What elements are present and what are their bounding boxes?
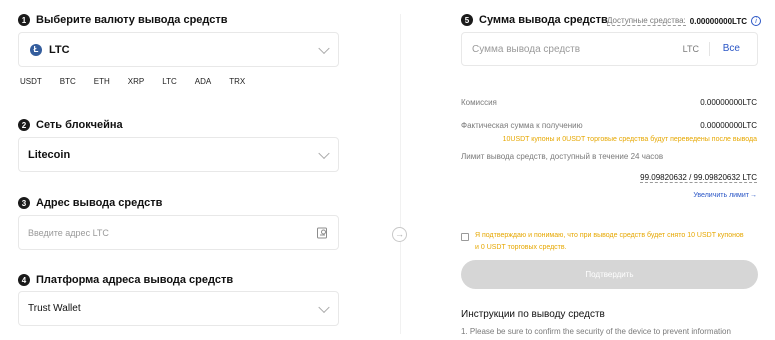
step-number-3: 3 [18, 197, 30, 209]
ltc-coin-icon: Ł [30, 43, 42, 56]
chevron-down-icon [318, 147, 330, 159]
available-balance: Доступные средства: 0.00000000LTC i [607, 16, 762, 26]
consent-checkbox[interactable] [461, 233, 469, 241]
step-currency-label: Выберите валюту вывода средств [36, 14, 228, 26]
step-amount-title: 5 Сумма вывода средств [461, 14, 608, 26]
chevron-down-icon [318, 42, 330, 54]
consent-text-line1: Я подтверждаю и понимаю, что при выводе … [475, 232, 744, 239]
coupon-note: 10USDT купоны и 0USDT торговые средства … [502, 136, 757, 143]
step-platform-label: Платформа адреса вывода средств [36, 274, 234, 286]
address-input-placeholder: Введите адрес LTC [28, 227, 109, 238]
arrow-right-icon: → [392, 227, 407, 242]
increase-limit-label: Увеличить лимит [693, 192, 749, 199]
step-network-title: 2 Сеть блокчейна [18, 119, 123, 131]
step-amount-label: Сумма вывода средств [479, 14, 608, 26]
quick-coin-usdt[interactable]: USDT [14, 74, 48, 89]
platform-select[interactable]: Trust Wallet [18, 291, 339, 326]
amount-unit: LTC [682, 44, 699, 54]
instructions-title: Инструкции по выводу средств [461, 309, 605, 320]
step-address-title: 3 Адрес вывода средств [18, 197, 162, 209]
column-divider [400, 14, 401, 334]
network-select-value: Litecoin [28, 148, 71, 161]
address-book-icon[interactable] [317, 227, 327, 238]
quick-coin-btc[interactable]: BTC [53, 74, 82, 89]
instructions-item-1: 1. Please be sure to confirm the securit… [461, 327, 731, 336]
available-balance-label: Доступные средства: [607, 16, 686, 26]
limit-value: 99.09820632 / 99.09820632 LTC [640, 173, 757, 183]
currency-select-value: LTC [49, 43, 70, 56]
available-balance-value: 0.00000000LTC [689, 16, 748, 26]
quick-coin-ada[interactable]: ADA [188, 74, 218, 89]
amount-unit-divider [709, 42, 710, 56]
confirm-button[interactable]: Подтвердить [461, 260, 758, 289]
fee-label: Комиссия [461, 98, 497, 107]
address-input[interactable]: Введите адрес LTC [18, 215, 339, 250]
quick-coin-eth[interactable]: ETH [87, 74, 116, 89]
step-platform-title: 4 Платформа адреса вывода средств [18, 274, 233, 286]
step-number-1: 1 [18, 14, 30, 26]
step-currency-title: 1 Выберите валюту вывода средств [18, 14, 228, 26]
fee-value: 0.00000000LTC [700, 98, 757, 107]
step-number-2: 2 [18, 119, 30, 131]
step-address-label: Адрес вывода средств [36, 197, 163, 209]
quick-coin-ltc[interactable]: LTC [156, 74, 183, 89]
received-label: Фактическая сумма к получению [461, 121, 583, 130]
amount-input-placeholder: Сумма вывода средств [472, 44, 581, 55]
platform-select-value: Trust Wallet [28, 303, 81, 314]
amount-input[interactable]: Сумма вывода средств LTC Все [461, 32, 758, 66]
arrow-right-icon: → [750, 192, 757, 199]
all-button[interactable]: Все [723, 43, 740, 54]
increase-limit-link[interactable]: Увеличить лимит → [693, 192, 757, 199]
step-number-5: 5 [461, 14, 473, 26]
quick-coin-xrp[interactable]: XRP [121, 74, 151, 89]
currency-select[interactable]: Ł LTC [18, 32, 339, 67]
info-icon[interactable]: i [751, 16, 762, 26]
network-select[interactable]: Litecoin [18, 137, 339, 172]
consent-text-line2: и 0 USDT торговых средств. [475, 244, 567, 251]
limit-label: Лимит вывода средств, доступный в течени… [461, 152, 664, 161]
received-value: 0.00000000LTC [700, 121, 757, 130]
step-number-4: 4 [18, 274, 30, 286]
quick-coin-trx[interactable]: TRX [223, 74, 252, 89]
quick-coin-list: USDT BTC ETH XRP LTC ADA TRX [14, 74, 252, 89]
step-network-label: Сеть блокчейна [36, 119, 123, 131]
chevron-down-icon [318, 301, 330, 313]
